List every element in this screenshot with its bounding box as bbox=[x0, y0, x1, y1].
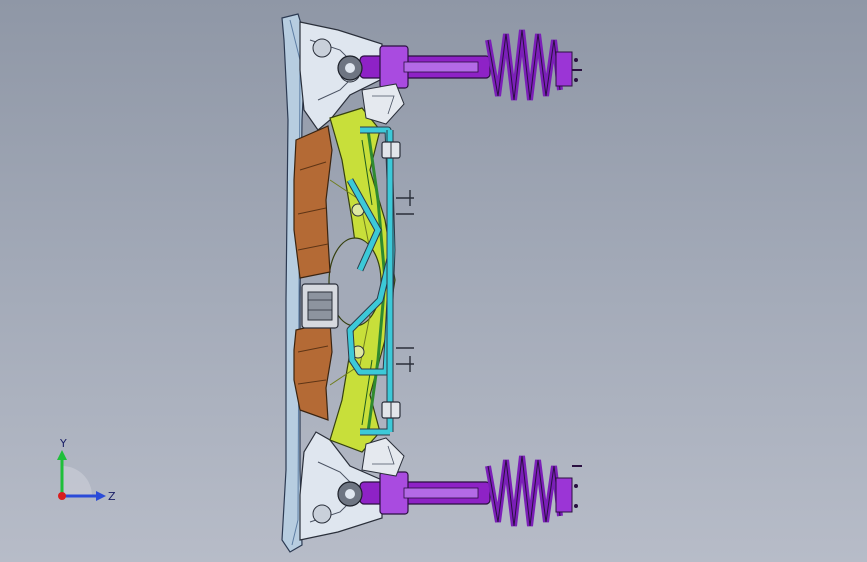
y-axis-arrow-icon bbox=[57, 450, 67, 460]
knuckle-lower bbox=[361, 437, 405, 477]
subframe-plate-upper bbox=[293, 125, 333, 279]
y-axis-label: Y bbox=[59, 437, 67, 450]
suspension-assembly-model[interactable] bbox=[0, 0, 867, 562]
coil-spring-upper bbox=[485, 29, 563, 101]
triad-quadrant bbox=[62, 466, 92, 496]
stabilizer-bushing-upper bbox=[381, 141, 401, 159]
center-mount bbox=[301, 283, 339, 329]
mount-bolts bbox=[396, 190, 414, 372]
origin-icon bbox=[58, 492, 66, 500]
knuckle-upper bbox=[361, 83, 405, 125]
coordinate-triad: Y Z bbox=[57, 437, 116, 503]
stabilizer-bushing-lower bbox=[381, 401, 401, 419]
coil-spring-lower bbox=[485, 455, 563, 527]
cad-viewport[interactable]: Y Z bbox=[0, 0, 867, 562]
z-axis-label: Z bbox=[108, 490, 116, 503]
subframe-plate-lower bbox=[293, 321, 333, 421]
z-axis-arrow-icon bbox=[96, 491, 106, 501]
